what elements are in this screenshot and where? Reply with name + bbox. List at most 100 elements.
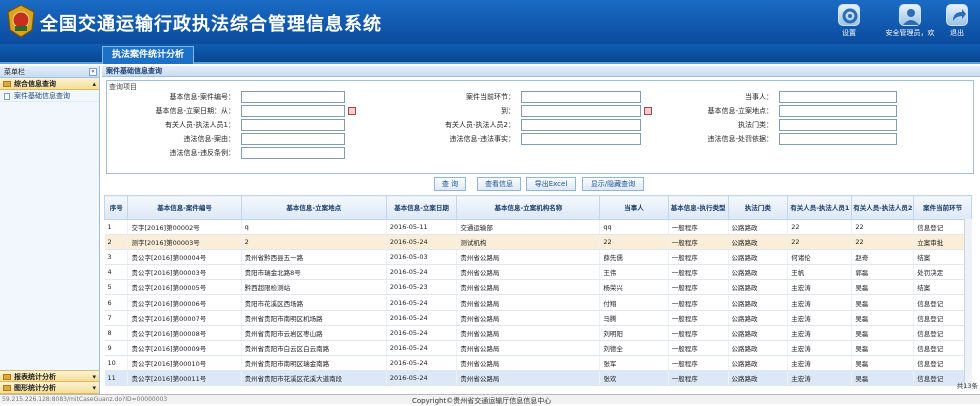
query-input[interactable] xyxy=(521,91,641,103)
table-cell: 交字[2016]第00002号 xyxy=(127,219,242,236)
query-input[interactable] xyxy=(241,133,345,145)
results-table: 序号 基本信息-案件编号 基本信息-立案地点 基本信息-立案日期 基本信息-立案机构名称… xyxy=(103,195,972,387)
table-cell: 信息登记 xyxy=(913,325,972,341)
table-cell: 贵公字[2016]第00009号 xyxy=(127,340,242,356)
query-input[interactable] xyxy=(779,91,897,103)
query-input[interactable] xyxy=(779,105,897,117)
column-header[interactable]: 有关人员-执法人员2 xyxy=(851,195,915,220)
table-cell: 22 xyxy=(787,219,853,236)
table-cell: 测试机构 xyxy=(456,234,601,251)
query-input[interactable] xyxy=(241,91,345,103)
export-excel-button[interactable]: 导出Excel xyxy=(526,177,576,191)
field-label: 有关人员-执法人员1： xyxy=(165,121,235,129)
column-header[interactable]: 基本信息-立案机构名称 xyxy=(456,195,601,220)
table-row[interactable]: 11 贵公字[2016]第00011号 贵州省贵阳市花溪区花溪大道南段 2016-05… xyxy=(104,370,972,387)
query-input[interactable] xyxy=(241,147,345,159)
logout-button[interactable]: 退出 xyxy=(946,4,968,38)
sidebar-bottom-groups: 报表统计分析 ▾ 图形统计分析 ▾ xyxy=(0,370,99,394)
query-input[interactable] xyxy=(521,119,641,131)
table-cell: 贵州省公路局 xyxy=(456,264,601,281)
table-cell: 贵州省公路局 xyxy=(456,355,601,371)
table-cell: 王伟 xyxy=(599,264,669,281)
query-input[interactable] xyxy=(779,133,897,145)
column-header[interactable]: 序号 xyxy=(103,195,129,220)
column-header[interactable]: 案件当前环节 xyxy=(913,195,972,220)
chevron-up-icon: ▴ xyxy=(92,80,96,88)
table-cell: 主宏涛 xyxy=(787,370,853,387)
table-cell: 贵州省公路局 xyxy=(456,370,601,387)
search-button[interactable]: 查 询 xyxy=(434,177,466,191)
collapse-icon[interactable]: « xyxy=(89,68,97,76)
table-cell: 贵州省贵阳市花溪区花溪大道南段 xyxy=(241,370,387,387)
logout-label: 退出 xyxy=(950,29,964,37)
document-icon xyxy=(4,93,10,100)
sidebar-group-query[interactable]: 综合信息查询 ▴ xyxy=(0,78,99,90)
table-row[interactable]: 4 贵公字[2016]第00003号 贵阳市瑞金北路8号 2016-05-24 贵州省公… xyxy=(104,264,972,281)
column-header[interactable]: 基本信息-立案地点 xyxy=(240,195,387,220)
table-cell: 贵州省贵阳市云岩区枣山路 xyxy=(241,325,387,341)
column-header[interactable]: 执法门类 xyxy=(727,195,789,220)
table-cell: 公路路政 xyxy=(728,249,789,266)
table-row[interactable]: 1 交字[2016]第00002号 q 2016-05-11 交通运输部 qq 一般程序 公路… xyxy=(104,219,972,236)
table-cell: 公路路政 xyxy=(728,294,789,311)
column-header[interactable]: 基本信息-立案日期 xyxy=(385,195,458,220)
table-cell: 结案 xyxy=(913,249,972,266)
calendar-icon[interactable] xyxy=(348,107,356,115)
query-input[interactable] xyxy=(779,119,897,131)
table-row[interactable]: 3 贵公字[2016]第00004号 贵州省黔西县五一路 2016-05-03 贵州省公… xyxy=(104,249,972,266)
query-input[interactable] xyxy=(241,119,345,131)
table-cell: 2016-05-23 xyxy=(386,279,458,296)
table-cell: 公路路政 xyxy=(728,325,789,341)
main-content: 案件基础信息查询 查询项目 基本信息-案件编号： 案件当前环节： 当事人： 基本信息-… xyxy=(102,66,980,394)
table-cell: 主宏涛 xyxy=(787,340,853,356)
table-row[interactable]: 6 贵公字[2016]第00006号 贵阳市花溪区西场路 2016-05-24 贵州省公… xyxy=(104,294,972,311)
sidebar: 菜单栏 « 综合信息查询 ▴ 案件基础信息查询 报表统计分析 ▾ 图形统计分析 … xyxy=(0,66,100,394)
tab-case-statistics[interactable]: 执法案件统计分析 xyxy=(102,46,194,64)
query-input[interactable] xyxy=(521,133,641,145)
table-cell: 信息登记 xyxy=(913,340,972,356)
table-cell: 一般程序 xyxy=(668,355,729,371)
table-cell: 8 xyxy=(104,325,129,341)
table-cell: 贵州省公路局 xyxy=(456,294,601,311)
app-header: 全国交通运输行政执法综合管理信息系统 设置 安全管理员，欢 退出 xyxy=(0,0,980,44)
toggle-query-button[interactable]: 显示/隐藏查询 xyxy=(582,177,644,191)
sidebar-title: 菜单栏 « xyxy=(0,66,99,78)
table-row[interactable]: 5 贵公字[2016]第00005号 黔西超限检测站 2016-05-23 贵州省公路局… xyxy=(104,279,972,296)
view-info-button[interactable]: 查看信息 xyxy=(477,177,521,191)
table-cell: 贵公字[2016]第00005号 xyxy=(127,279,242,296)
column-header[interactable]: 当事人 xyxy=(599,195,669,220)
table-cell: 主宏涛 xyxy=(787,355,853,371)
table-row[interactable]: 10 贵公字[2016]第00010号 贵州省贵阳市南明区瑞金南路 2016-05-2… xyxy=(104,355,972,371)
table-cell: 王帆 xyxy=(787,264,853,281)
user-button[interactable]: 安全管理员，欢 xyxy=(882,4,938,38)
table-cell: 公路路政 xyxy=(728,279,789,296)
query-input[interactable] xyxy=(241,105,345,117)
column-header[interactable]: 有关人员-执法人员1 xyxy=(787,195,853,220)
table-cell: 贵州省公路局 xyxy=(456,310,601,326)
table-cell: 吴磊 xyxy=(851,310,915,326)
calendar-icon[interactable] xyxy=(644,107,652,115)
table-cell: 贵公字[2016]第00007号 xyxy=(127,310,242,326)
query-input[interactable] xyxy=(521,105,641,117)
vertical-scrollbar[interactable] xyxy=(964,219,972,389)
field-label: 基本信息-案件编号： xyxy=(169,93,235,101)
sidebar-item-case-query[interactable]: 案件基础信息查询 xyxy=(0,90,99,102)
table-row[interactable]: 8 贵公字[2016]第00008号 贵州省贵阳市云岩区枣山路 2016-05-24 贵… xyxy=(104,325,972,341)
table-cell: q xyxy=(241,219,387,236)
sidebar-group-report[interactable]: 报表统计分析 ▾ xyxy=(0,370,99,382)
table-cell: 赵奇 xyxy=(851,249,915,266)
table-row[interactable]: 2 测字[2016]第00003号 2 2016-05-24 测试机构 22 一般程序 公路路… xyxy=(104,234,972,251)
folder-icon xyxy=(3,374,11,380)
sidebar-group-chart[interactable]: 图形统计分析 ▾ xyxy=(0,382,99,394)
sidebar-group-label: 报表统计分析 xyxy=(14,373,56,381)
content-title: 案件基础信息查询 xyxy=(102,66,980,77)
app-title: 全国交通运输行政执法综合管理信息系统 xyxy=(40,14,382,35)
settings-button[interactable]: 设置 xyxy=(838,4,860,38)
table-cell: 5 xyxy=(104,279,129,296)
table-row[interactable]: 9 贵公字[2016]第00009号 贵州省贵阳市白云区白云南路 2016-05-24… xyxy=(104,340,972,356)
column-header[interactable]: 基本信息-执行类型 xyxy=(667,195,729,220)
column-header[interactable]: 基本信息-案件编号 xyxy=(127,195,242,220)
table-cell: 薛先儒 xyxy=(599,249,669,266)
sidebar-title-text: 菜单栏 xyxy=(4,68,25,76)
table-row[interactable]: 7 贵公字[2016]第00007号 贵州省贵阳市南明区机场路 2016-05-24 贵… xyxy=(104,310,972,326)
